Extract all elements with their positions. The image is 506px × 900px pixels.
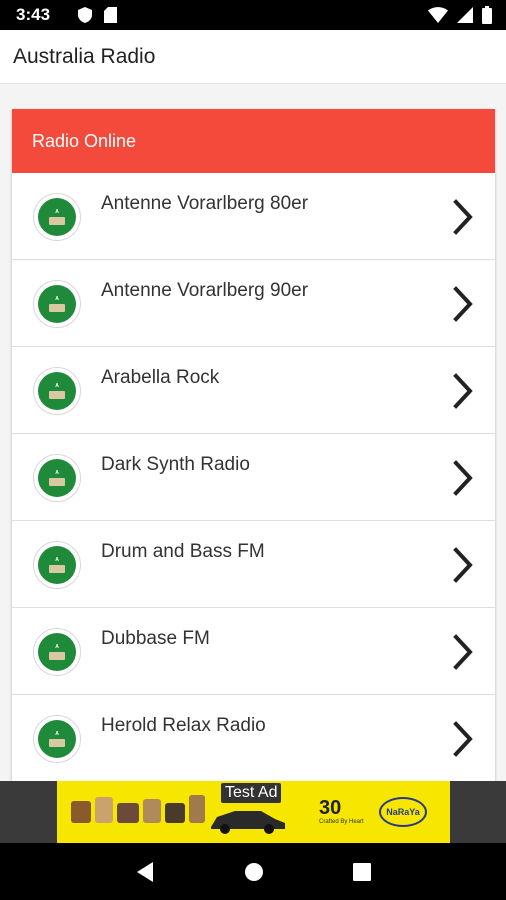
back-icon[interactable] bbox=[135, 861, 155, 883]
system-nav-bar bbox=[0, 843, 506, 900]
ad-product-image bbox=[165, 803, 185, 823]
station-row[interactable]: A Herold Relax Radio bbox=[12, 695, 495, 781]
chevron-right-icon bbox=[453, 547, 473, 583]
station-logo-icon: A bbox=[33, 715, 81, 763]
car-image bbox=[211, 811, 285, 834]
shield-icon bbox=[78, 7, 93, 23]
station-list: A Antenne Vorarlberg 80er A Antenne Vorarlb… bbox=[12, 173, 495, 781]
content-area[interactable]: Radio Online A Antenne Vorarlberg 80er A An… bbox=[0, 84, 506, 781]
ad-product-image bbox=[95, 797, 113, 823]
ad-banner[interactable]: Test Ad 30 Crafted By Heart NaRaYa bbox=[57, 781, 450, 843]
chevron-right-icon bbox=[453, 286, 473, 322]
ad-bar: Test Ad 30 Crafted By Heart NaRaYa bbox=[0, 781, 506, 843]
station-name: Drum and Bass FM bbox=[101, 541, 265, 562]
ad-product-image bbox=[117, 803, 139, 823]
ad-product-image bbox=[143, 799, 161, 823]
station-card: Radio Online A Antenne Vorarlberg 80er A An… bbox=[12, 109, 495, 781]
station-row[interactable]: A Arabella Rock bbox=[12, 347, 495, 434]
station-name: Arabella Rock bbox=[101, 367, 220, 388]
station-row[interactable]: A Antenne Vorarlberg 80er bbox=[12, 173, 495, 260]
chevron-right-icon bbox=[453, 199, 473, 235]
station-name: Antenne Vorarlberg 90er bbox=[101, 280, 309, 301]
recents-icon[interactable] bbox=[353, 862, 372, 881]
station-name: Dubbase FM bbox=[101, 628, 210, 649]
station-row[interactable]: A Dubbase FM bbox=[12, 608, 495, 695]
home-icon[interactable] bbox=[244, 862, 264, 882]
status-bar: 3:43 bbox=[0, 0, 506, 30]
ad-product-image bbox=[189, 795, 205, 823]
app-title: Australia Radio bbox=[13, 44, 156, 68]
ad-product-image bbox=[71, 801, 91, 823]
station-logo-icon: A bbox=[33, 454, 81, 502]
ad-label: Test Ad bbox=[221, 783, 282, 803]
battery-icon bbox=[482, 6, 492, 24]
station-name: Antenne Vorarlberg 80er bbox=[101, 193, 309, 214]
wifi-icon bbox=[428, 7, 448, 23]
chevron-right-icon bbox=[453, 373, 473, 409]
chevron-right-icon bbox=[453, 634, 473, 670]
station-row[interactable]: A Dark Synth Radio bbox=[12, 434, 495, 521]
station-name: Herold Relax Radio bbox=[101, 715, 266, 736]
ad-anniversary-number: 30 bbox=[319, 797, 342, 819]
ad-tagline: Crafted By Heart bbox=[319, 819, 364, 825]
station-logo-icon: A bbox=[33, 541, 81, 589]
card-header-title: Radio Online bbox=[32, 130, 137, 151]
ad-brand-name: NaRaYa bbox=[386, 807, 420, 817]
station-logo-icon: A bbox=[33, 280, 81, 328]
chevron-right-icon bbox=[453, 721, 473, 757]
status-time: 3:43 bbox=[16, 5, 51, 24]
sd-card-icon bbox=[104, 7, 118, 23]
station-logo-icon: A bbox=[33, 628, 81, 676]
station-row[interactable]: A Antenne Vorarlberg 90er bbox=[12, 260, 495, 347]
station-name: Dark Synth Radio bbox=[101, 454, 250, 475]
card-header: Radio Online bbox=[12, 109, 495, 173]
app-bar: Australia Radio bbox=[0, 30, 506, 84]
station-logo-icon: A bbox=[33, 367, 81, 415]
signal-icon bbox=[457, 7, 473, 23]
chevron-right-icon bbox=[453, 460, 473, 496]
ad-brand-logo: NaRaYa bbox=[379, 797, 427, 827]
station-row[interactable]: A Drum and Bass FM bbox=[12, 521, 495, 608]
station-logo-icon: A bbox=[33, 193, 81, 241]
